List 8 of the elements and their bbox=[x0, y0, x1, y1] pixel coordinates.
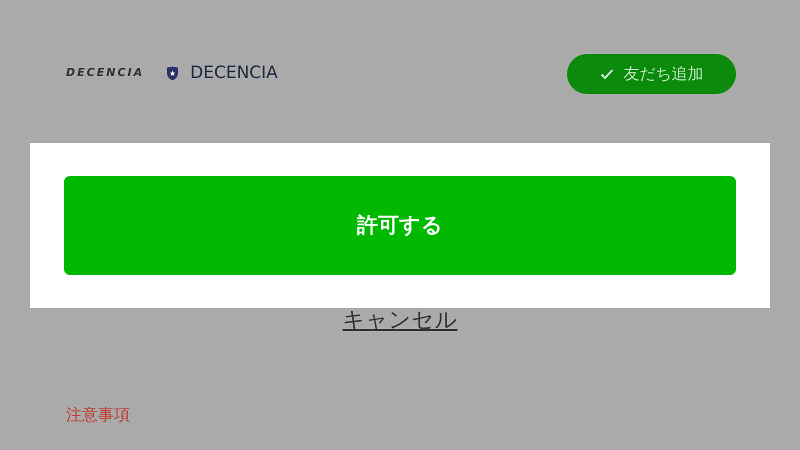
notes-heading: 注意事項 bbox=[66, 405, 130, 424]
account-name: DECENCIA bbox=[190, 62, 278, 85]
add-friend-button[interactable]: 友だち追加 bbox=[567, 54, 736, 94]
check-icon bbox=[600, 68, 614, 80]
shield-icon bbox=[166, 66, 180, 81]
brand-logo: DECENCIA bbox=[66, 65, 144, 82]
allow-button[interactable]: 許可する bbox=[64, 176, 736, 275]
cancel-link[interactable]: キャンセル bbox=[342, 304, 458, 337]
